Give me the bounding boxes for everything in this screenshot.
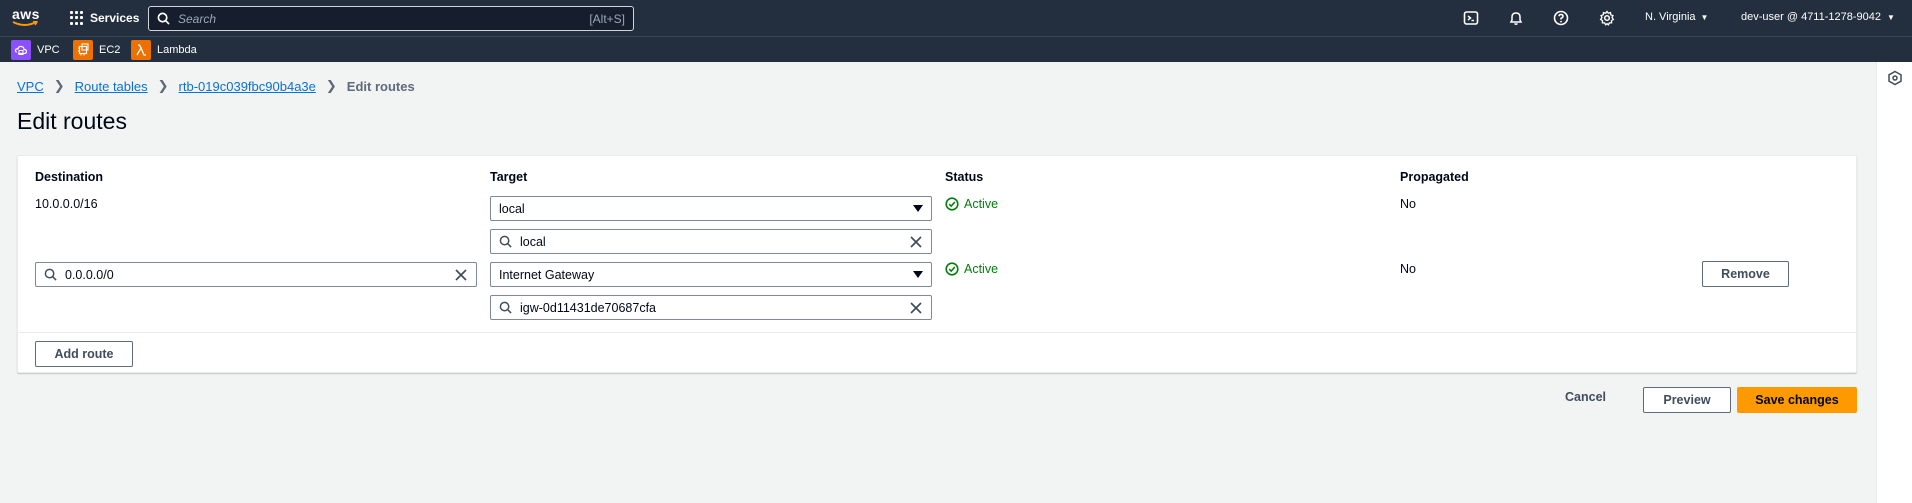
target-value-input[interactable]: local xyxy=(490,229,932,254)
page-title: Edit routes xyxy=(17,108,127,134)
target-type-value: local xyxy=(499,201,525,216)
ec2-icon xyxy=(73,40,93,60)
search-icon xyxy=(499,235,512,248)
lambda-icon xyxy=(131,40,151,60)
caret-down-icon xyxy=(913,271,923,278)
region-selector[interactable]: N. Virginia ▼ xyxy=(1645,11,1708,23)
info-panel-icon[interactable] xyxy=(1887,70,1903,86)
chevron-right-icon: ❯ xyxy=(325,78,337,93)
favorite-label: EC2 xyxy=(99,44,121,56)
favorite-vpc[interactable]: VPC xyxy=(11,40,60,60)
destination-value: 0.0.0.0/0 xyxy=(65,267,114,282)
aws-logo-text: aws xyxy=(12,6,40,22)
aws-smile-icon xyxy=(12,21,38,26)
region-label: N. Virginia xyxy=(1645,11,1696,23)
status-label: Active xyxy=(964,197,999,211)
chevron-right-icon: ❯ xyxy=(157,78,169,93)
caret-down-icon: ▼ xyxy=(1887,12,1895,22)
cloudshell-icon[interactable] xyxy=(1462,9,1480,27)
services-label: Services xyxy=(90,11,140,25)
breadcrumb-route-table-id[interactable]: rtb-019c039fbc90b4a3e xyxy=(179,79,316,94)
breadcrumb-vpc[interactable]: VPC xyxy=(17,79,44,94)
right-tools-rail xyxy=(1876,62,1912,503)
cancel-button[interactable]: Cancel xyxy=(1565,390,1606,404)
column-header-propagated: Propagated xyxy=(1400,170,1469,184)
status-success-icon xyxy=(945,197,959,211)
account-label: dev-user @ 4711-1278-9042 xyxy=(1741,11,1881,23)
target-type-value: Internet Gateway xyxy=(499,267,595,282)
target-type-select[interactable]: Internet Gateway xyxy=(490,262,932,287)
search-shortcut: [Alt+S] xyxy=(589,11,625,26)
route-status: Active xyxy=(945,197,998,211)
routes-container: Destination Target Status Propagated 10.… xyxy=(17,155,1857,373)
search-icon xyxy=(157,12,170,25)
route-propagated: No xyxy=(1400,262,1416,276)
clear-icon[interactable] xyxy=(909,301,923,315)
search-placeholder: Search xyxy=(178,11,217,26)
caret-down-icon: ▼ xyxy=(1700,12,1709,22)
aws-logo[interactable]: aws xyxy=(12,6,42,30)
add-route-button[interactable]: Add route xyxy=(35,341,133,367)
route-status: Active xyxy=(945,262,998,276)
status-success-icon xyxy=(945,262,959,276)
settings-gear-icon[interactable] xyxy=(1598,9,1616,27)
favorite-label: VPC xyxy=(37,44,60,56)
services-menu-button[interactable]: Services xyxy=(70,8,139,28)
notifications-bell-icon[interactable] xyxy=(1507,9,1525,27)
column-header-destination: Destination xyxy=(35,170,104,184)
help-icon[interactable] xyxy=(1552,9,1570,27)
clear-icon[interactable] xyxy=(454,268,468,282)
divider xyxy=(18,332,1856,333)
status-label: Active xyxy=(964,262,999,276)
preview-button[interactable]: Preview xyxy=(1643,387,1731,413)
chevron-right-icon: ❯ xyxy=(53,78,65,93)
target-value-input[interactable]: igw-0d11431de70687cfa xyxy=(490,295,932,320)
target-type-select[interactable]: local xyxy=(490,196,932,221)
breadcrumb-route-tables[interactable]: Route tables xyxy=(75,79,148,94)
destination-input[interactable]: 0.0.0.0/0 xyxy=(35,262,477,287)
favorite-label: Lambda xyxy=(157,44,197,56)
vpc-icon xyxy=(11,40,31,60)
breadcrumb-current: Edit routes xyxy=(346,78,415,94)
global-search-input[interactable]: Search [Alt+S] xyxy=(148,6,634,31)
caret-down-icon xyxy=(913,205,923,212)
top-navigation: aws Services Search [Alt+S] N. Virginia … xyxy=(0,0,1912,36)
target-value: local xyxy=(520,234,546,249)
favorites-bar: VPC EC2 Lambda xyxy=(0,36,1912,62)
route-propagated: No xyxy=(1400,197,1416,211)
favorite-lambda[interactable]: Lambda xyxy=(131,40,197,60)
search-icon xyxy=(44,268,57,281)
grid-icon xyxy=(70,11,84,25)
route-destination: 10.0.0.0/16 xyxy=(35,197,98,211)
column-header-target: Target xyxy=(490,170,528,184)
clear-icon[interactable] xyxy=(909,235,923,249)
account-menu[interactable]: dev-user @ 4711-1278-9042 ▼ xyxy=(1741,11,1895,23)
favorite-ec2[interactable]: EC2 xyxy=(73,40,120,60)
remove-route-button[interactable]: Remove xyxy=(1702,261,1789,287)
column-header-status: Status xyxy=(945,170,984,184)
search-icon xyxy=(499,301,512,314)
save-changes-button[interactable]: Save changes xyxy=(1737,387,1857,413)
target-value: igw-0d11431de70687cfa xyxy=(520,300,656,315)
breadcrumb: VPC ❯ Route tables ❯ rtb-019c039fbc90b4a… xyxy=(17,78,415,94)
